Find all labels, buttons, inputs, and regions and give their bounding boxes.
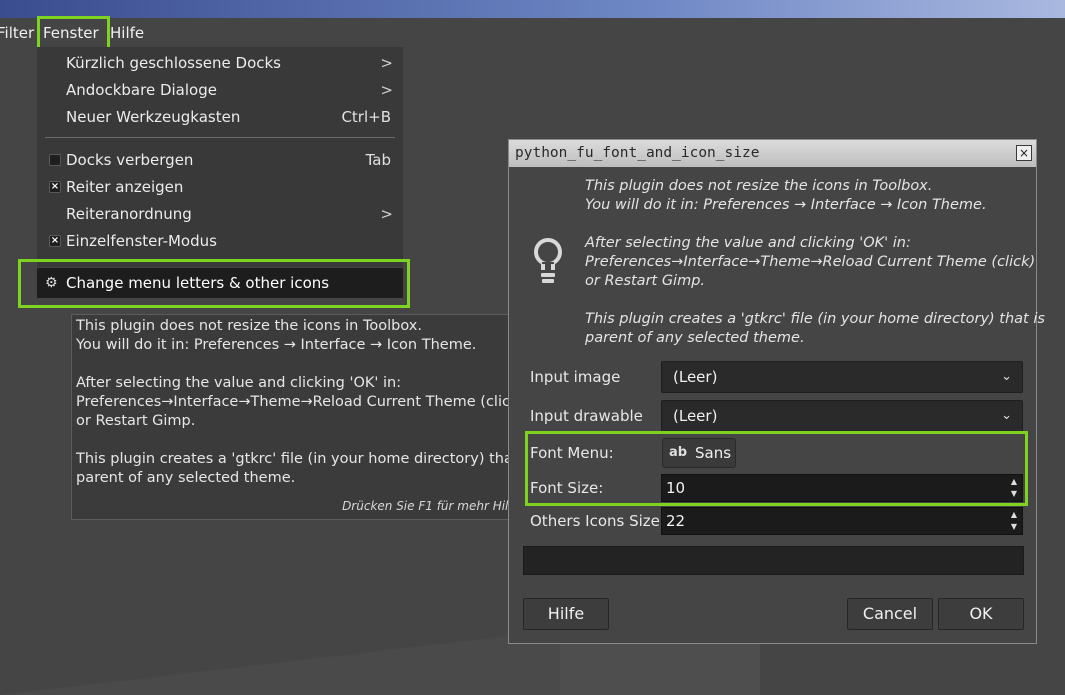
plugin-gear-icon: ⚙ [45,275,58,291]
dialog-text-line: parent of any selected theme. [585,330,805,346]
chevron-right-icon: > [380,54,393,72]
font-size-label: Font Size: [530,479,604,497]
menubar-item-fenster[interactable]: Fenster [43,22,99,44]
spin-up-icon[interactable]: ▲ [1008,509,1020,521]
tooltip-line: Preferences→Interface→Theme→Reload Curre… [76,394,525,410]
menubar: Filter Fenster Hilfe [0,18,1065,48]
menu-item-label: Docks verbergen [66,151,194,169]
chevron-down-icon: ⌄ [1001,369,1012,384]
font-select-button[interactable]: ab Sans [662,438,736,468]
dialog-text-line: This plugin does not resize the icons in… [585,178,933,194]
tooltip-hint: Drücken Sie F1 für mehr Hilfe [342,499,520,513]
input-drawable-value: (Leer) [673,407,718,425]
chevron-right-icon: > [380,81,393,99]
input-image-combo[interactable]: (Leer) ⌄ [661,361,1023,393]
menu-item-change-menu-letters[interactable]: ⚙ Change menu letters & other icons [37,268,403,298]
input-drawable-label: Input drawable [530,407,643,425]
input-drawable-combo[interactable]: (Leer) ⌄ [661,400,1023,432]
plugin-dialog: python_fu_font_and_icon_size × This plug… [508,139,1045,644]
menubar-item-filter[interactable]: Filter [0,22,34,44]
menu-item-label: Reiter anzeigen [66,178,184,196]
lightbulb-icon [534,238,562,283]
tooltip-line: After selecting the value and clicking '… [76,375,402,391]
font-menu-label: Font Menu: [530,444,614,462]
menu-item-hide-docks[interactable]: Docks verbergen Tab [37,147,403,173]
tooltip-line: This plugin does not resize the icons in… [76,318,422,334]
menu-item-label: Neuer Werkzeugkasten [66,108,241,126]
input-image-value: (Leer) [673,368,718,386]
dialog-titlebar[interactable]: python_fu_font_and_icon_size [509,140,1036,167]
dialog-text-line: or Restart Gimp. [585,273,706,289]
dialog-text-line: You will do it in: Preferences → Interfa… [585,197,987,213]
window-titlebar-strip [0,0,1065,18]
spin-down-icon[interactable]: ▼ [1008,521,1020,533]
menu-item-tab-position[interactable]: Reiteranordnung > [37,201,403,227]
input-image-label: Input image [530,368,621,386]
icons-size-spinner[interactable]: 22 ▲ ▼ [661,507,1023,535]
chevron-right-icon: > [380,205,393,223]
close-icon[interactable]: × [1016,145,1032,161]
ok-button[interactable]: OK [938,598,1024,630]
dialog-text-line: After selecting the value and clicking '… [585,235,911,251]
menu-item-dockable-dialogs[interactable]: Andockbare Dialoge > [37,77,403,103]
dialog-text-line: Preferences→Interface→Theme→Reload Curre… [585,254,1036,270]
dialog-text-line: This plugin creates a 'gtkrc' file (in y… [585,311,1045,327]
menu-item-shortcut: Tab [365,151,391,169]
menubar-item-hilfe[interactable]: Hilfe [110,22,144,44]
menu-item-show-tabs[interactable]: × Reiter anzeigen [37,174,403,200]
spin-down-icon[interactable]: ▼ [1008,488,1020,500]
cancel-button[interactable]: Cancel [847,598,933,630]
checkbox-checked-icon: × [49,181,61,193]
help-button[interactable]: Hilfe [523,598,609,630]
tooltip-line: You will do it in: Preferences → Interfa… [76,337,477,353]
tooltip-line: parent of any selected theme. [76,470,296,486]
font-size-value: 10 [666,479,686,497]
menu-item-label: Change menu letters & other icons [66,274,330,292]
tooltip-line: or Restart Gimp. [76,413,196,429]
font-size-spinner[interactable]: 10 ▲ ▼ [661,474,1023,502]
checkbox-icon [49,154,61,166]
font-menu-value: Sans [695,444,732,462]
background-shape [0,630,560,695]
tooltip-line: This plugin creates a 'gtkrc' file (in y… [76,451,535,467]
icons-size-label: Others Icons Size: [530,512,665,530]
chevron-down-icon: ⌄ [1001,408,1012,423]
menu-item-label: Kürzlich geschlossene Docks [66,54,281,72]
dialog-title: python_fu_font_and_icon_size [515,145,760,161]
checkbox-checked-icon: × [49,235,61,247]
menu-item-single-window-mode[interactable]: × Einzelfenster-Modus [37,228,403,254]
fenster-menu: Kürzlich geschlossene Docks > Andockbare… [37,47,403,267]
plugin-tooltip: This plugin does not resize the icons in… [71,314,535,520]
icons-size-value: 22 [666,512,686,530]
spin-up-icon[interactable]: ▲ [1008,476,1020,488]
menu-item-shortcut: Ctrl+B [341,108,391,126]
progress-bar [523,546,1024,575]
menu-separator [45,137,395,138]
menu-item-label: Einzelfenster-Modus [66,232,217,250]
menu-item-label: Andockbare Dialoge [66,81,217,99]
menu-item-new-toolbox[interactable]: Neuer Werkzeugkasten Ctrl+B [37,104,403,130]
menu-item-label: Reiteranordnung [66,205,192,223]
menu-item-recent-docks[interactable]: Kürzlich geschlossene Docks > [37,50,403,76]
font-icon: ab [669,445,688,460]
